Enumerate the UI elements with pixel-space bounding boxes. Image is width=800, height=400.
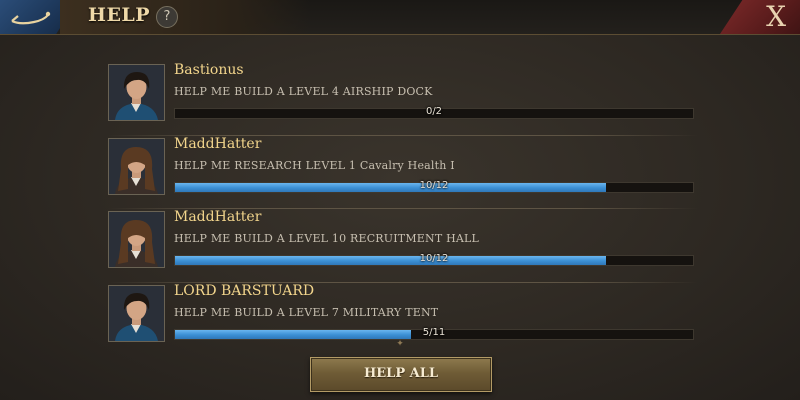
help-request-list: Bastionus HELP ME BUILD A LEVEL 4 AIRSHI…: [108, 62, 698, 356]
portrait-long-haired-man-icon: [109, 212, 164, 267]
progress-text: 5/11: [422, 326, 446, 338]
avatar[interactable]: [108, 211, 165, 268]
page-title: HELP: [88, 4, 151, 26]
progress-bar: 5/11: [174, 326, 694, 340]
portrait-dark-haired-man-icon: [109, 65, 164, 120]
requester-name: LORD BARSTUARD: [174, 282, 315, 299]
progress-bar: 10/12: [174, 253, 694, 266]
request-description: HELP ME BUILD A LEVEL 4 AIRSHIP DOCK: [174, 85, 433, 98]
help-request-row: Bastionus HELP ME BUILD A LEVEL 4 AIRSHI…: [108, 62, 698, 136]
requester-name: MaddHatter: [174, 135, 262, 152]
progress-text: 10/12: [419, 253, 449, 264]
close-button[interactable]: X: [720, 0, 800, 34]
request-description: HELP ME RESEARCH LEVEL 1 Cavalry Health …: [174, 158, 455, 172]
requester-name: MaddHatter: [174, 209, 262, 225]
portrait-long-haired-man-icon: [109, 138, 164, 194]
requester-name: Bastionus: [174, 62, 244, 78]
divider-ornament-icon: ✦: [396, 339, 404, 349]
request-description: HELP ME BUILD A LEVEL 7 MILITARY TENT: [174, 305, 439, 319]
close-icon: X: [766, 0, 786, 33]
help-all-button[interactable]: HELP ALL: [310, 357, 492, 392]
help-request-row: MaddHatter HELP ME BUILD A LEVEL 10 RECR…: [108, 208, 698, 283]
progress-bar: 10/12: [174, 179, 694, 193]
header-bar: HELP ? X: [0, 0, 800, 35]
request-description: HELP ME BUILD A LEVEL 10 RECRUITMENT HAL…: [174, 232, 480, 245]
help-all-label: HELP ALL: [363, 366, 438, 381]
help-info-icon[interactable]: ?: [156, 6, 178, 28]
progress-text: 0/2: [425, 106, 443, 117]
help-request-row: MaddHatter HELP ME RESEARCH LEVEL 1 Cava…: [108, 134, 698, 210]
portrait-dark-haired-man-icon: [109, 285, 164, 341]
avatar[interactable]: [108, 284, 165, 342]
progress-text: 10/12: [419, 179, 449, 191]
avatar[interactable]: [108, 137, 165, 195]
back-arrow-icon: [11, 11, 51, 25]
progress-bar: 0/2: [174, 106, 694, 119]
avatar[interactable]: [108, 64, 165, 121]
